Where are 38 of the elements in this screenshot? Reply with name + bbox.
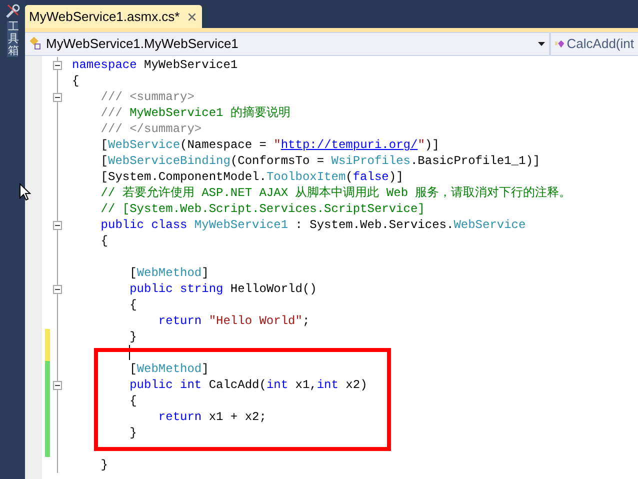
collapse-toggle[interactable] [53,60,62,70]
code-line: /// MyWebService1 的摘要说明 [100,105,290,121]
code-line: public int CalcAdd(int x1,int x2) [128,377,368,393]
class-icon [29,37,43,51]
code-line: } [128,425,137,441]
toolbox-label[interactable]: 工具箱 [7,21,18,58]
code-line: public string HelloWorld() [128,281,317,297]
collapse-toggle[interactable] [53,220,62,230]
code-line: [WebMethod] [128,361,209,377]
collapse-toggle[interactable] [53,92,62,102]
type-dropdown[interactable]: MyWebService1.MyWebService1 [25,33,549,55]
code-line: { [128,393,137,409]
dropdown-arrow-icon[interactable] [538,42,545,46]
tools-icon[interactable] [4,3,20,19]
code-line: { [100,233,108,249]
code-line: } [128,329,137,345]
close-icon[interactable] [186,10,198,22]
code-line: [System.ComponentModel.ToolboxItem(false)] [100,169,404,185]
code-line: { [128,297,137,313]
code-line: return "Hello World"; [157,313,310,329]
code-line: } [100,457,108,473]
code-line: /// <summary> [100,89,194,105]
code-line: return x1 + x2; [157,409,266,425]
code-line: [WebServiceBinding(ConformsTo = WsiProfiles.BasicProfile1_1)] [100,153,540,169]
code-editor[interactable] [25,56,638,479]
code-line: [WebMethod] [128,265,209,281]
collapse-toggle[interactable] [53,380,62,390]
code-line: [WebService(Namespace = "http://tempuri.org/")] [100,137,440,153]
code-line: // 若要允许使用 ASP.NET AJAX 从脚本中调用此 Web 服务，请取消对下行的注释。 [100,185,572,201]
mouse-pointer-icon [19,183,31,201]
code-line: { [72,73,80,89]
collapse-toggle[interactable] [53,284,62,294]
member-dropdown[interactable]: CalcAdd(int [551,33,638,55]
code-line: namespace MyWebService1 [72,57,238,73]
code-line: // [System.Web.Script.Services.ScriptService] [100,201,425,217]
code-line: public class MyWebService1 : System.Web.Services.WebService [100,217,526,233]
code-line: /// </summary> [100,121,202,137]
document-tab[interactable]: MyWebService1.asmx.cs* [25,5,202,28]
